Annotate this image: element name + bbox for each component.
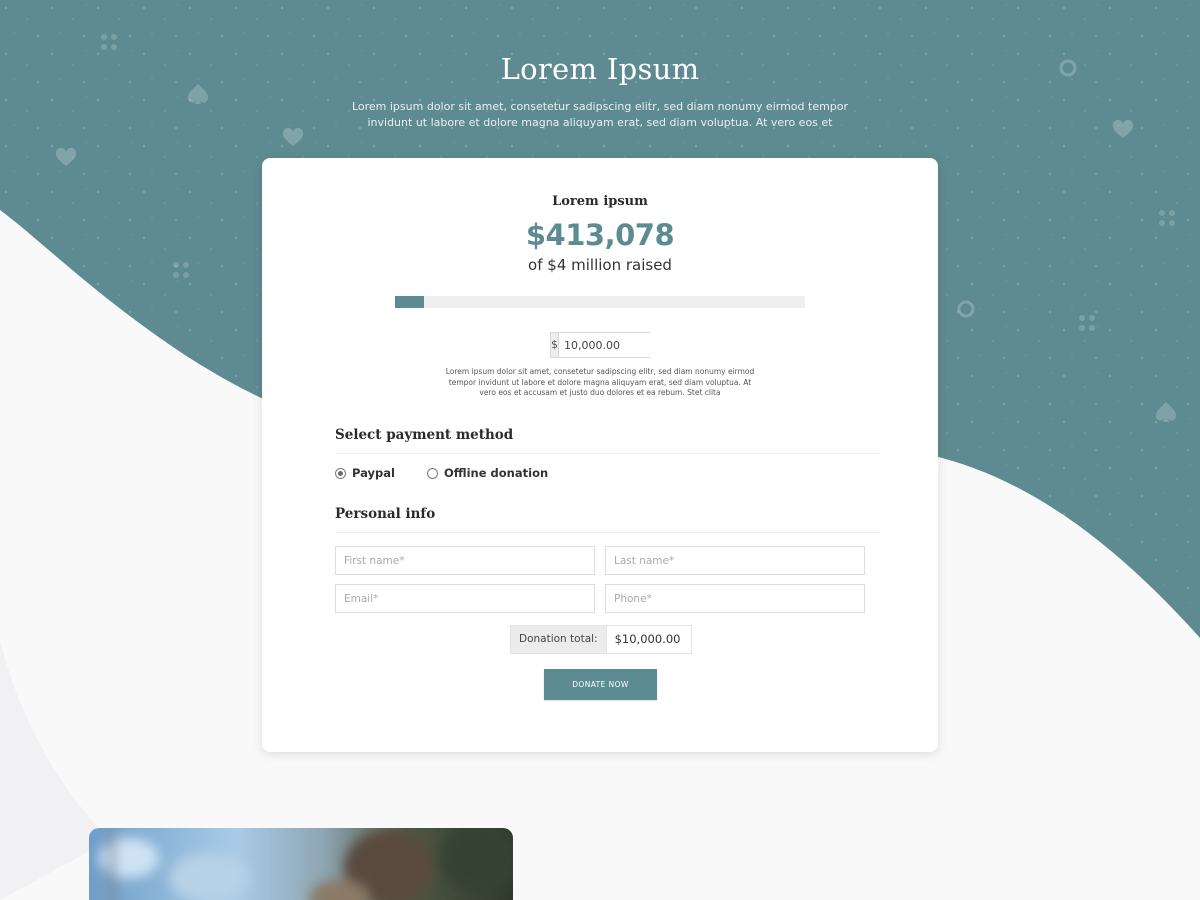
story-photo: [89, 828, 513, 900]
personal-info-heading: Personal info: [335, 506, 436, 522]
personal-info-divider: [335, 532, 880, 533]
payment-method-heading: Select payment method: [335, 427, 514, 443]
email-field[interactable]: [335, 584, 595, 613]
radio-unselected-icon[interactable]: [427, 467, 438, 479]
donation-amount-field: $: [550, 332, 714, 358]
last-name-field[interactable]: [605, 546, 865, 575]
first-name-field[interactable]: [335, 546, 595, 575]
donation-total-value: $10,000.00: [606, 626, 691, 653]
fundraising-progress-bar: [395, 296, 805, 308]
payment-option-paypal[interactable]: Paypal: [335, 466, 395, 480]
payment-option-offline[interactable]: Offline donation: [427, 466, 548, 480]
donation-page: Lorem Ipsum Lorem ipsum dolor sit amet, …: [0, 0, 1200, 900]
donation-total-label: Donation total:: [511, 626, 607, 653]
form-description: Lorem ipsum dolor sit amet, consetetur s…: [445, 367, 755, 397]
raised-goal: of $4 million raised: [528, 256, 672, 274]
raised-amount: $413,078: [525, 218, 675, 252]
phone-field[interactable]: [605, 584, 865, 613]
payment-option-label: Paypal: [352, 466, 395, 480]
donation-amount-input[interactable]: [559, 333, 714, 357]
currency-symbol: $: [551, 333, 559, 357]
page-title: Lorem Ipsum: [500, 52, 700, 86]
hero-subtitle: Lorem ipsum dolor sit amet, consetetur s…: [351, 100, 849, 129]
photo-image: [89, 828, 513, 900]
radio-selected-icon[interactable]: [335, 467, 346, 479]
fundraising-progress-fill: [395, 296, 424, 308]
payment-divider: [335, 453, 880, 454]
donate-now-button[interactable]: DONATE NOW: [544, 669, 657, 700]
payment-option-label: Offline donation: [444, 466, 549, 480]
donation-total: Donation total: $10,000.00: [510, 625, 692, 654]
campaign-name: Lorem ipsum: [552, 194, 648, 209]
donation-form-card: Lorem ipsum $413,078 of $4 million raise…: [262, 158, 938, 752]
